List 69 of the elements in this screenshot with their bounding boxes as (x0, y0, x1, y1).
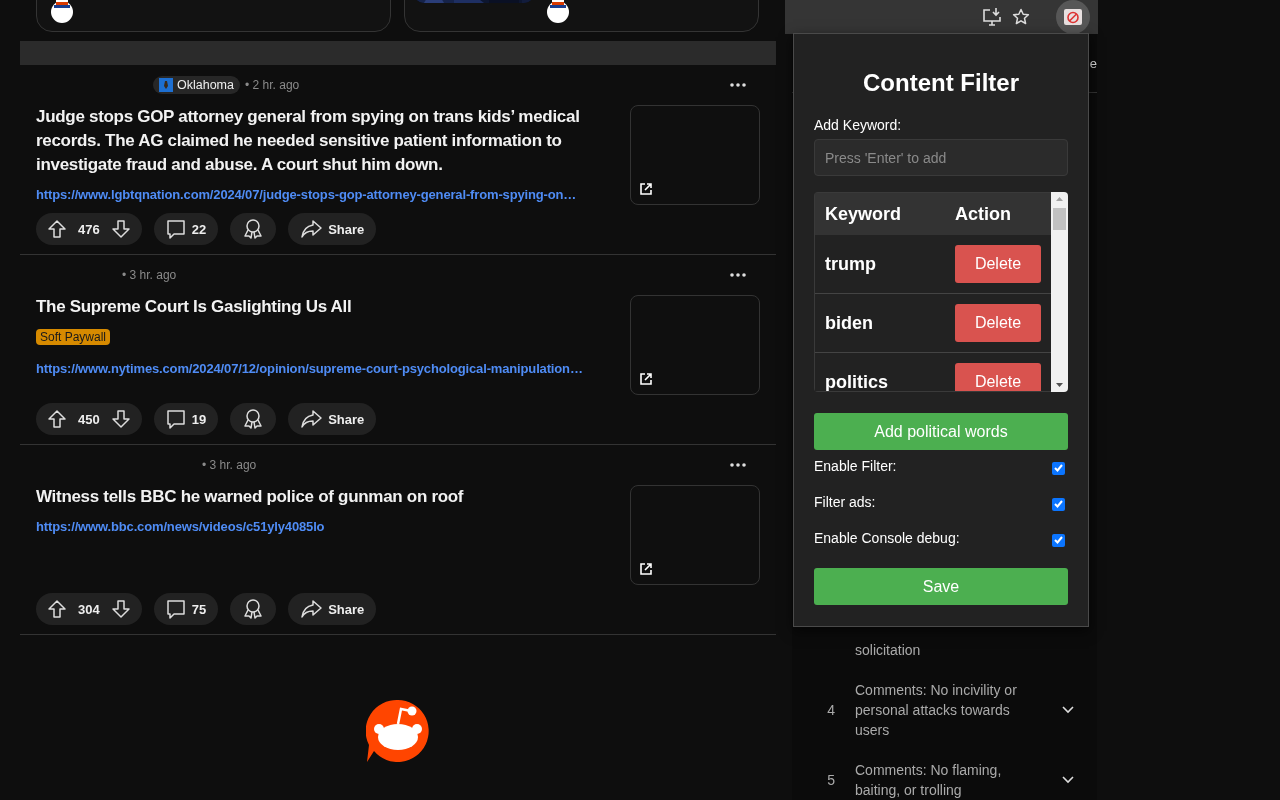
link-thumbnail[interactable] (630, 295, 760, 395)
post-link[interactable]: https://www.lgbtqnation.com/2024/07/judge-stops-gop-attorney-general-from-spying-on… (36, 185, 620, 205)
delete-button[interactable]: Delete (955, 363, 1041, 391)
column-header: Keyword (825, 203, 903, 225)
subreddit-chip[interactable]: Oklahoma (153, 76, 240, 94)
checkbox[interactable] (1052, 497, 1065, 511)
post-link[interactable]: https://www.nytimes.com/2024/07/12/opinion/supreme-court-psychological-manipulation… (36, 359, 620, 379)
comment-icon (165, 599, 186, 619)
keyword-cell-text: trump (825, 253, 877, 275)
post-title[interactable]: The Supreme Court Is Gaslighting Us All (36, 295, 620, 319)
share-icon (300, 599, 323, 619)
header-text: e (1089, 55, 1097, 71)
vote-count: 450 (77, 411, 101, 427)
option-label: Enable Console debug: (814, 530, 960, 546)
comments-button[interactable]: 22 (153, 213, 219, 245)
filter-extension-icon (1064, 9, 1082, 25)
award-button[interactable] (230, 213, 277, 245)
avatar-icon (49, 0, 75, 23)
column-header: Action (955, 203, 1012, 225)
flair-tag: Soft Paywall (36, 329, 111, 345)
delete-button[interactable]: Delete (955, 245, 1041, 283)
external-link-icon (639, 562, 653, 576)
comment-icon (165, 409, 186, 429)
share-button[interactable]: Share (288, 593, 377, 625)
post-title[interactable]: Judge stops GOP attorney general from spying on trans kids’ medical records. The AG claimed he needed sensitive patient information to investigate fraud and abuse. A court shut him down. (36, 105, 620, 177)
comments-button[interactable]: 19 (153, 403, 219, 435)
award-icon (242, 218, 265, 240)
share-icon (300, 219, 323, 239)
field-label: Add Keyword: (814, 116, 903, 134)
bookmark-star-icon[interactable] (1012, 8, 1030, 26)
install-app-icon[interactable] (982, 7, 1002, 27)
link-thumbnail[interactable] (630, 485, 760, 585)
award-icon (242, 408, 265, 430)
scrollbar[interactable] (1051, 192, 1068, 392)
share-button[interactable]: Share (288, 403, 377, 435)
checkbox[interactable] (1052, 533, 1065, 547)
share-icon (300, 409, 323, 429)
option-label: Enable Filter: (814, 458, 897, 474)
popup-title: Content Filter (862, 68, 1020, 98)
extension-button[interactable] (1056, 0, 1090, 34)
flag-icon (159, 78, 173, 92)
award-button[interactable] (230, 593, 277, 625)
post-time: • 3 hr. ago (202, 458, 257, 472)
mascot-logo-icon[interactable] (366, 699, 430, 763)
external-link-icon (639, 372, 653, 386)
rule-item[interactable]: 5 Comments: No flaming, baiting, or trolling (792, 750, 1097, 800)
checkbox[interactable] (1052, 461, 1065, 475)
post-time: • 3 hr. ago (122, 268, 177, 282)
comments-button[interactable]: 75 (153, 593, 219, 625)
award-button[interactable] (230, 403, 277, 435)
link-thumbnail[interactable] (630, 105, 760, 205)
award-icon (242, 598, 265, 620)
keyword-cell-text: politics (825, 371, 889, 391)
rule-text: solicitation (855, 641, 922, 660)
scrollbar-thumb[interactable] (1053, 208, 1066, 230)
external-link-icon (639, 182, 653, 196)
delete-button[interactable]: Delete (955, 304, 1041, 342)
share-button[interactable]: Share (288, 213, 377, 245)
post-title[interactable]: Witness tells BBC he warned police of gunman on roof (36, 485, 620, 509)
keyword-input[interactable]: Press 'Enter' to add (814, 139, 1068, 176)
post-time: • 2 hr. ago (245, 78, 300, 92)
rule-item[interactable]: 4 Comments: No incivility or personal attacks towards users (792, 670, 1097, 750)
avatar-icon (545, 0, 571, 23)
post-link[interactable]: https://www.bbc.com/news/videos/c51yly4085lo (36, 517, 620, 537)
option-label: Filter ads: (814, 494, 876, 510)
vote-count: 304 (77, 601, 101, 617)
keyword-cell-text: biden (825, 312, 874, 334)
comment-icon (165, 219, 186, 239)
vote-count: 476 (77, 221, 101, 237)
